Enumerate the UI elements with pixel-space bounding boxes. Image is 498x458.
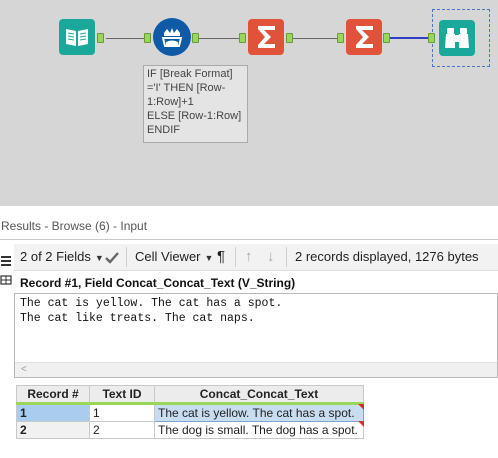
- connection-line-selected[interactable]: [388, 37, 428, 39]
- column-header-record[interactable]: Record #: [16, 385, 90, 405]
- text-id-cell[interactable]: 2: [89, 421, 155, 439]
- input-tool[interactable]: [59, 19, 95, 55]
- table-row[interactable]: 2 2 The dog is small. The dog has a spot…: [16, 421, 365, 439]
- toolbar-separator: [286, 247, 287, 267]
- fields-label: 2 of 2 Fields: [20, 249, 91, 264]
- record-status: 2 records displayed, 1276 bytes: [295, 249, 479, 264]
- formula-tool[interactable]: [153, 18, 191, 56]
- toolbar-separator: [126, 247, 127, 267]
- sigma-icon: [356, 26, 373, 48]
- output-anchor[interactable]: [286, 33, 293, 43]
- summarize-tool-2[interactable]: [346, 19, 382, 55]
- arrow-up-icon[interactable]: ↑: [245, 247, 253, 267]
- column-header-concat-text[interactable]: Concat_Concat_Text: [154, 385, 364, 405]
- chevron-down-icon: ▼: [204, 253, 214, 263]
- summarize-tool-1[interactable]: [248, 19, 284, 55]
- connection-line[interactable]: [106, 38, 144, 39]
- fields-dropdown[interactable]: 2 of 2 Fields ▼: [20, 247, 104, 267]
- results-side-strip: [0, 240, 14, 300]
- table-row[interactable]: 1 1 The cat is yellow. The cat has a spo…: [16, 403, 365, 422]
- cell-viewer-dropdown[interactable]: Cell Viewer ▼: [135, 247, 213, 267]
- output-anchor[interactable]: [97, 33, 104, 43]
- input-anchor[interactable]: [337, 33, 344, 43]
- connection-line[interactable]: [293, 38, 337, 39]
- output-anchor[interactable]: [383, 33, 390, 43]
- scroll-left-icon[interactable]: <: [21, 363, 27, 377]
- toolbar-separator: [235, 247, 236, 267]
- concat-text-cell[interactable]: The cat is yellow. The cat has a spot.: [154, 403, 365, 422]
- chevron-down-icon: ▼: [94, 253, 104, 263]
- panel-divider[interactable]: [0, 206, 498, 213]
- binoculars-icon: [445, 28, 469, 48]
- arrow-down-icon[interactable]: ↓: [267, 247, 275, 267]
- input-anchor[interactable]: [428, 33, 435, 43]
- pilcrow-icon[interactable]: ¶: [217, 247, 225, 267]
- workflow-canvas[interactable]: IF [Break Format] ='I' THEN [Row- 1:Row]…: [0, 0, 498, 206]
- results-panel-title: Results - Browse (6) - Input: [1, 219, 148, 233]
- results-toolbar: 2 of 2 Fields ▼ Cell Viewer ▼ ¶ ↑ ↓ 2 reco…: [14, 244, 498, 271]
- record-field-header: Record #1, Field Concat_Concat_Text (V_S…: [20, 276, 296, 290]
- cell-text: The cat is yellow. The cat has a spot. T…: [20, 297, 283, 325]
- list-view-icon[interactable]: [1, 256, 11, 266]
- title-divider: [0, 239, 498, 240]
- input-anchor[interactable]: [239, 33, 246, 43]
- cell-text-viewer[interactable]: The cat is yellow. The cat has a spot. T…: [14, 293, 498, 378]
- text-id-cell[interactable]: 1: [89, 403, 155, 422]
- grid-view-icon[interactable]: [0, 275, 12, 285]
- formula-annotation: IF [Break Format] ='I' THEN [Row- 1:Row]…: [143, 65, 248, 143]
- horizontal-scrollbar[interactable]: <: [15, 362, 497, 377]
- connection-line[interactable]: [199, 38, 239, 39]
- checkmark-icon[interactable]: [104, 247, 120, 267]
- concat-text-cell[interactable]: The dog is small. The dog has a spot.: [154, 421, 365, 439]
- record-number[interactable]: 2: [16, 421, 90, 439]
- crown-formula-icon: [161, 28, 183, 47]
- column-header-text-id[interactable]: Text ID: [89, 385, 155, 405]
- input-anchor[interactable]: [144, 33, 151, 43]
- record-number[interactable]: 1: [16, 403, 90, 422]
- sigma-icon: [258, 26, 275, 48]
- output-anchor[interactable]: [192, 33, 199, 43]
- cell-viewer-label: Cell Viewer: [135, 249, 201, 264]
- browse-tool[interactable]: [439, 20, 475, 56]
- results-grid: Record # Text ID Concat_Concat_Text 1 1 …: [16, 385, 365, 439]
- book-icon: [66, 29, 88, 46]
